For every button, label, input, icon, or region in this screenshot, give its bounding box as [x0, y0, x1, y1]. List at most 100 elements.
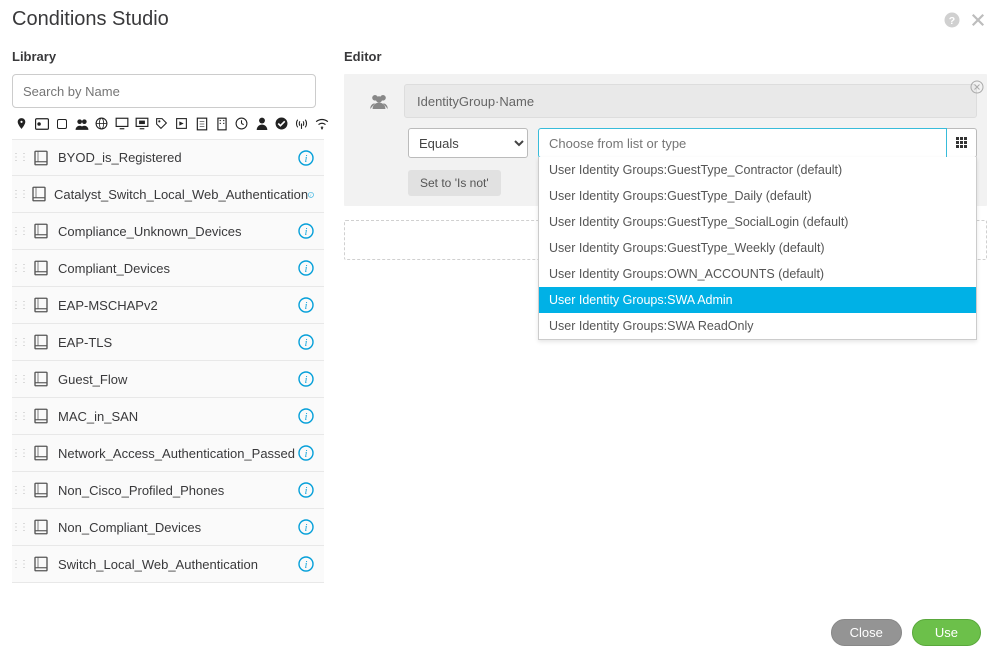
library-item[interactable]: ⋮⋮ Non_Compliant_Devicesi	[12, 509, 324, 546]
library-item-label: Compliance_Unknown_Devices	[58, 224, 298, 239]
svg-text:i: i	[305, 486, 308, 497]
condition-icon	[30, 405, 52, 427]
info-icon[interactable]: i	[298, 445, 314, 461]
drag-handle-icon[interactable]: ⋮⋮	[12, 250, 26, 286]
library-item[interactable]: ⋮⋮Catalyst_Switch_Local_Web_Authenticati…	[12, 176, 324, 213]
info-icon[interactable]: i	[298, 556, 314, 572]
dropdown-item[interactable]: User Identity Groups:OWN_ACCOUNTS (defau…	[539, 261, 976, 287]
operator-select[interactable]: Equals	[408, 128, 528, 158]
drag-handle-icon[interactable]: ⋮⋮	[12, 213, 26, 249]
library-item[interactable]: ⋮⋮ Compliance_Unknown_Devicesi	[12, 213, 324, 250]
close-icon[interactable]	[969, 11, 987, 29]
info-icon[interactable]: i	[308, 186, 314, 202]
dropdown-item[interactable]: User Identity Groups:SWA ReadOnly	[539, 313, 976, 339]
library-item-label: Non_Cisco_Profiled_Phones	[58, 483, 298, 498]
use-button[interactable]: Use	[912, 619, 981, 646]
info-icon[interactable]: i	[298, 334, 314, 350]
library-title: Library	[12, 49, 344, 64]
footer-actions: Close Use	[831, 619, 981, 646]
user-icon[interactable]	[252, 114, 271, 133]
editor-panel: Editor IdentityGroup·Name Equals User Id…	[344, 37, 999, 583]
value-picker-button[interactable]	[947, 128, 977, 158]
info-icon[interactable]: i	[298, 519, 314, 535]
library-item[interactable]: ⋮⋮ EAP-TLSi	[12, 324, 324, 361]
users-icon[interactable]	[72, 114, 91, 133]
drag-handle-icon[interactable]: ⋮⋮	[12, 472, 26, 508]
svg-text:?: ?	[949, 14, 955, 26]
library-item[interactable]: ⋮⋮ Network_Access_Authentication_Passedi	[12, 435, 324, 472]
condition-icon	[30, 516, 52, 538]
clear-condition-icon[interactable]	[970, 80, 984, 94]
drag-handle-icon[interactable]: ⋮⋮	[12, 509, 26, 545]
library-item-label: Network_Access_Authentication_Passed	[58, 446, 298, 461]
check-icon[interactable]	[272, 114, 291, 133]
identity-group-icon	[354, 93, 404, 109]
library-item[interactable]: ⋮⋮ EAP-MSCHAPv2i	[12, 287, 324, 324]
close-button[interactable]: Close	[831, 619, 902, 646]
monitor-icon[interactable]	[112, 114, 131, 133]
svg-text:i: i	[305, 154, 308, 165]
square-icon[interactable]	[52, 114, 71, 133]
value-input[interactable]	[538, 128, 947, 158]
drag-handle-icon[interactable]: ⋮⋮	[12, 435, 26, 471]
info-icon[interactable]: i	[298, 150, 314, 166]
condition-icon	[30, 368, 52, 390]
condition-icon	[30, 294, 52, 316]
library-item[interactable]: ⋮⋮BYOD_is_Registeredi	[12, 139, 324, 176]
info-icon[interactable]: i	[298, 223, 314, 239]
library-panel: Library ⋮⋮BYOD_is_Registeredi⋮⋮Catalyst_…	[0, 37, 344, 583]
dropdown-item[interactable]: User Identity Groups:GuestType_Weekly (d…	[539, 235, 976, 261]
library-item-label: EAP-MSCHAPv2	[58, 298, 298, 313]
editor-title: Editor	[344, 49, 987, 64]
library-item[interactable]: ⋮⋮ MAC_in_SAN i	[12, 398, 324, 435]
doc-icon[interactable]	[192, 114, 211, 133]
card-icon[interactable]	[32, 114, 51, 133]
svg-text:i: i	[305, 412, 308, 423]
dropdown-item[interactable]: User Identity Groups:GuestType_Daily (de…	[539, 183, 976, 209]
building-icon[interactable]	[212, 114, 231, 133]
condition-icon	[30, 442, 52, 464]
search-input[interactable]	[12, 74, 316, 108]
drag-handle-icon[interactable]: ⋮⋮	[12, 546, 26, 582]
drag-handle-icon[interactable]: ⋮⋮	[12, 287, 26, 323]
library-item-label: Non_Compliant_Devices	[58, 520, 298, 535]
tag-icon[interactable]	[152, 114, 171, 133]
condition-icon	[30, 183, 48, 205]
library-item-label: MAC_in_SAN	[58, 409, 298, 424]
pin-icon[interactable]	[12, 114, 31, 133]
drag-handle-icon[interactable]: ⋮⋮	[12, 140, 26, 175]
clock-icon[interactable]	[232, 114, 251, 133]
monitor2-icon[interactable]	[132, 114, 151, 133]
dropdown-item[interactable]: User Identity Groups:GuestType_SocialLog…	[539, 209, 976, 235]
drag-handle-icon[interactable]: ⋮⋮	[12, 324, 26, 360]
library-item[interactable]: ⋮⋮ Non_Cisco_Profiled_Phones i	[12, 472, 324, 509]
dropdown-item[interactable]: User Identity Groups:SWA Admin	[539, 287, 976, 313]
library-item[interactable]: ⋮⋮ Switch_Local_Web_Authentication i	[12, 546, 324, 583]
drag-handle-icon[interactable]: ⋮⋮	[12, 176, 26, 212]
drag-handle-icon[interactable]: ⋮⋮	[12, 398, 26, 434]
globe-icon[interactable]	[92, 114, 111, 133]
attribute-field[interactable]: IdentityGroup·Name	[404, 84, 977, 118]
dropdown-item[interactable]: User Identity Groups:GuestType_Contracto…	[539, 157, 976, 183]
header: Conditions Studio ?	[0, 0, 999, 37]
antenna-icon[interactable]	[292, 114, 311, 133]
library-item-label: EAP-TLS	[58, 335, 298, 350]
help-icon[interactable]: ?	[943, 11, 961, 29]
drag-handle-icon[interactable]: ⋮⋮	[12, 361, 26, 397]
condition-editor: IdentityGroup·Name Equals User Identity …	[344, 74, 987, 206]
info-icon[interactable]: i	[298, 371, 314, 387]
value-dropdown: User Identity Groups:GuestType_Contracto…	[538, 157, 977, 340]
svg-text:i: i	[305, 560, 308, 571]
library-item[interactable]: ⋮⋮Compliant_Devicesi	[12, 250, 324, 287]
condition-icon	[30, 479, 52, 501]
arrow-icon[interactable]	[172, 114, 191, 133]
info-icon[interactable]: i	[298, 297, 314, 313]
library-item-label: Switch_Local_Web_Authentication	[58, 557, 298, 572]
info-icon[interactable]: i	[298, 260, 314, 276]
library-item[interactable]: ⋮⋮Guest_Flowi	[12, 361, 324, 398]
page-title: Conditions Studio	[12, 8, 169, 31]
wifi-icon[interactable]	[312, 114, 331, 133]
info-icon[interactable]: i	[298, 482, 314, 498]
set-isnot-button[interactable]: Set to 'Is not'	[408, 170, 501, 196]
info-icon[interactable]: i	[298, 408, 314, 424]
